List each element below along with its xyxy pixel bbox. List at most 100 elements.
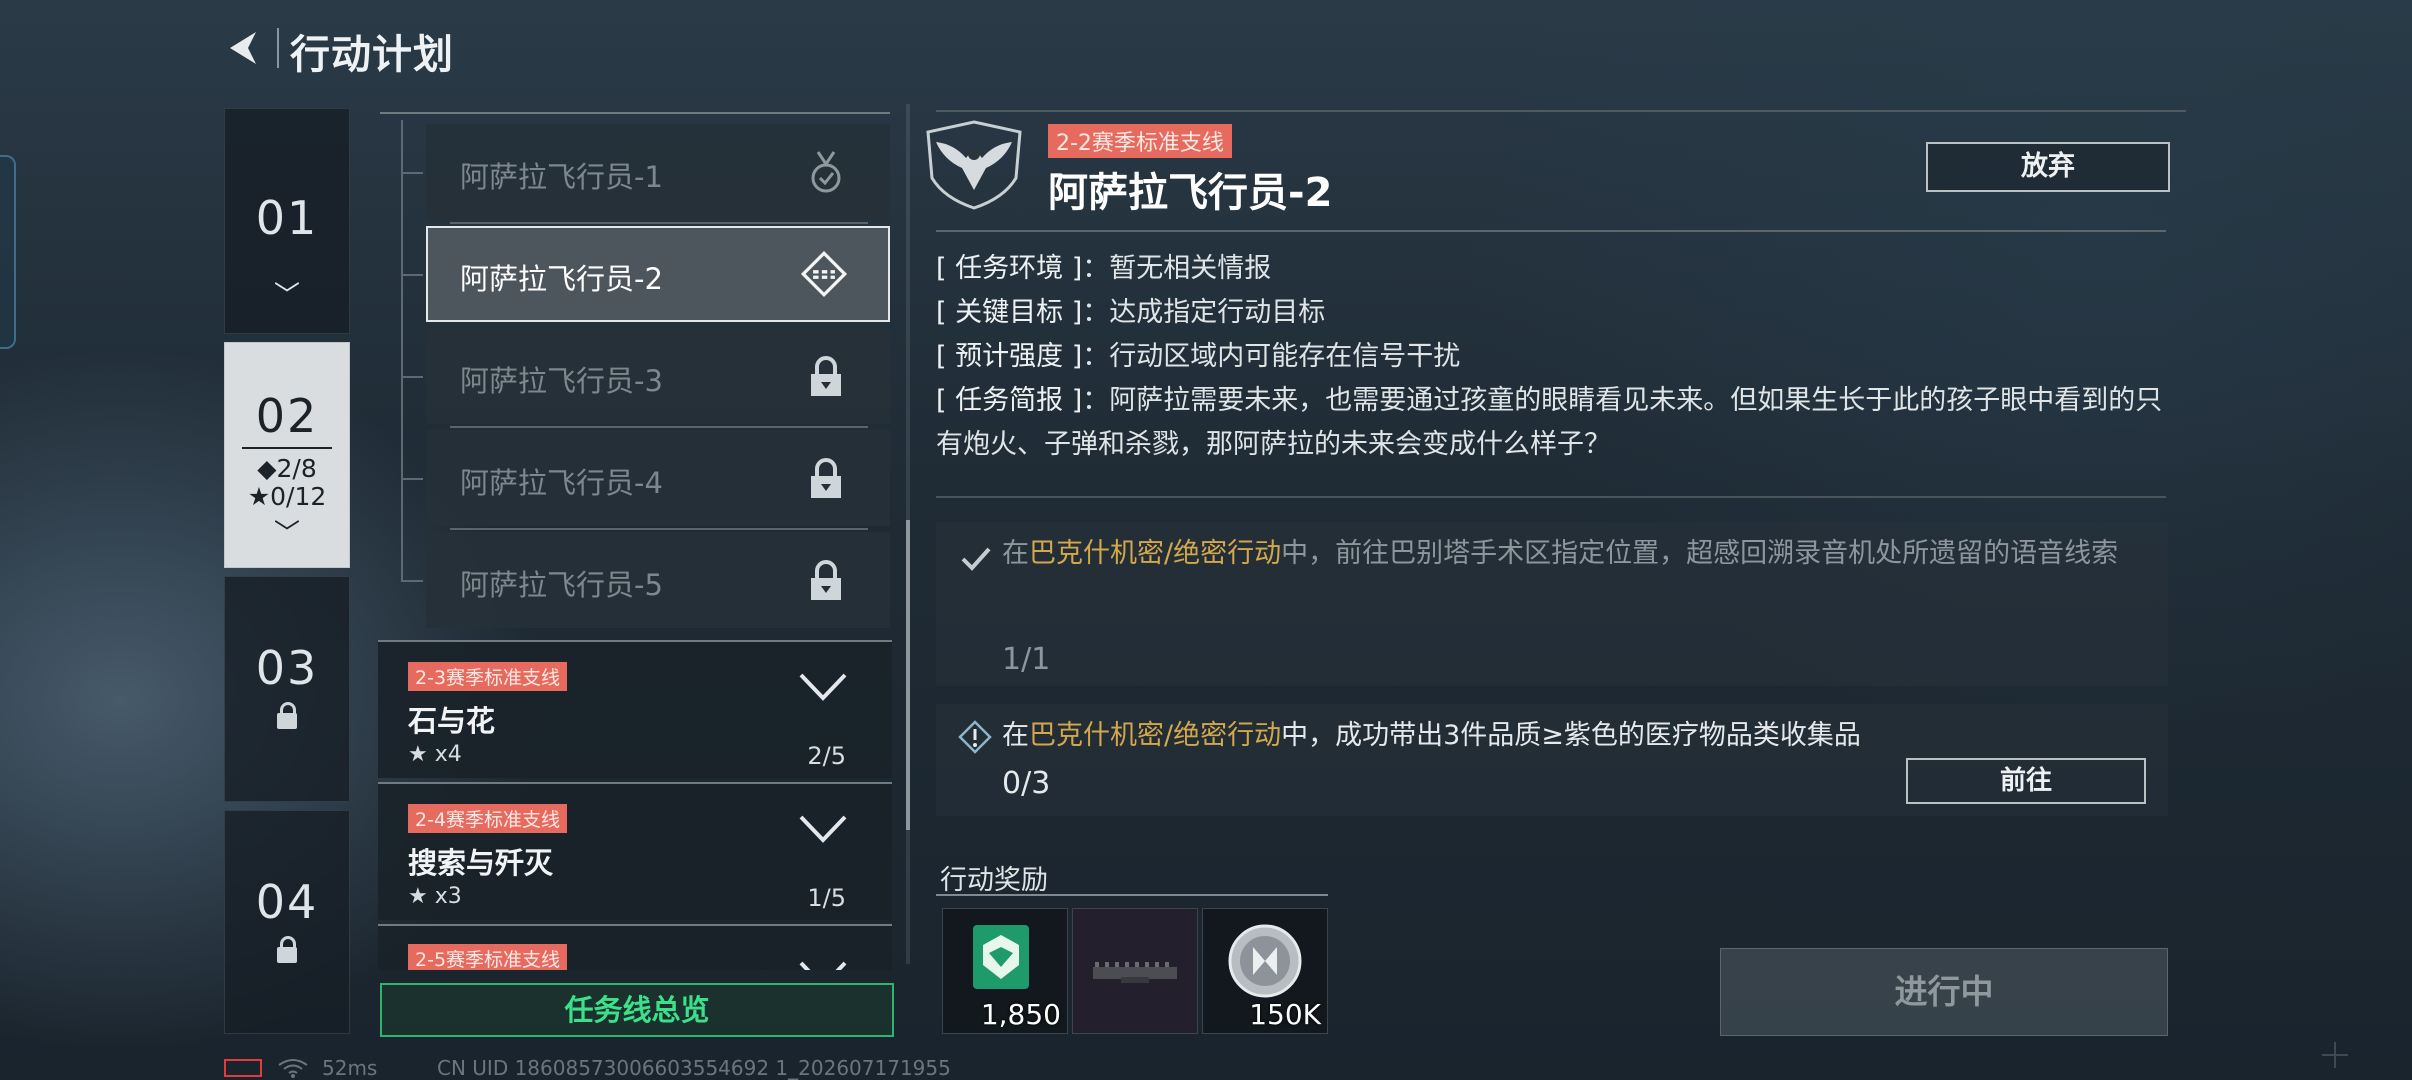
lock-icon [811, 356, 841, 396]
checkmark-icon [961, 547, 991, 571]
lock-icon [811, 458, 841, 498]
reward-slot[interactable] [1072, 908, 1198, 1034]
chapter-number: 03 [255, 641, 319, 695]
back-arrow-icon[interactable] [222, 26, 266, 70]
mission-card[interactable]: 2-3赛季标准支线 石与花 ★ x4 2/5 [378, 640, 892, 778]
objective-item-completed: 在巴克什机密/绝密行动中，前往巴别塔手术区指定位置，超感回溯录音机处所遗留的语音… [936, 522, 2168, 686]
tree-branch [401, 478, 423, 480]
info-briefing: [ 任务简报 ]：阿萨拉需要未来，也需要通过孩童的眼睛看见未来。但如果生长于此的… [936, 385, 2163, 460]
divider [936, 894, 1328, 896]
sub-mission-item[interactable]: 阿萨拉飞行员-4 [426, 430, 890, 526]
objective-count: 1/1 [1002, 642, 1051, 677]
divider [450, 222, 868, 224]
sub-mission-label: 阿萨拉飞行员-4 [460, 466, 663, 500]
in-progress-button: 进行中 [1720, 948, 2168, 1036]
chapter-number: 01 [255, 191, 319, 245]
season-tag: 2-5赛季标准支线 [408, 944, 568, 970]
abandon-button[interactable]: 放弃 [1926, 142, 2170, 192]
mission-card-progress: 2/5 [807, 742, 846, 770]
season-tag: 2-2赛季标准支线 [1048, 124, 1232, 158]
mission-card-title: 搜索与歼灭 [408, 846, 554, 880]
sub-mission-label: 阿萨拉飞行员-2 [460, 262, 663, 296]
in-progress-diamond-icon [800, 250, 848, 298]
eagle-emblem-icon [926, 120, 1022, 210]
season-tag: 2-4赛季标准支线 [408, 804, 568, 833]
crosshair-icon [2322, 1042, 2348, 1068]
tree-branch [401, 172, 423, 174]
info-key: [ 任务简报 ] [936, 385, 1083, 416]
reward-amount: 1,850 [980, 998, 1061, 1031]
goto-button[interactable]: 前往 [1906, 758, 2146, 804]
scrollbar-thumb[interactable] [906, 520, 910, 830]
objective-count: 0/3 [1002, 766, 1051, 801]
sub-mission-label: 阿萨拉飞行员-3 [460, 364, 663, 398]
reward-slot[interactable]: 150K [1202, 908, 1328, 1034]
chevron-down-icon: ﹀ [273, 281, 300, 311]
info-intensity: [ 预计强度 ]：行动区域内可能存在信号干扰 [936, 341, 1461, 372]
chapter-tab-01[interactable]: 01 ﹀ [224, 108, 350, 334]
sub-mission-item[interactable]: 阿萨拉飞行员-3 [426, 328, 890, 424]
medal-check-icon [811, 151, 841, 193]
mission-card[interactable]: 2-4赛季标准支线 搜索与歼灭 ★ x3 1/5 [378, 782, 892, 920]
sub-mission-item-selected[interactable]: 阿萨拉飞行员-2 [426, 226, 890, 322]
user-uid: CN UID 18608573006603554692 1_2026071719… [437, 1056, 951, 1080]
season-tag: 2-3赛季标准支线 [408, 662, 568, 691]
info-value: 行动区域内可能存在信号干扰 [1109, 341, 1461, 372]
weapon-rail-icon [1093, 962, 1177, 983]
tree-branch [401, 274, 423, 276]
page-title: 行动计划 [290, 32, 454, 78]
lock-icon [811, 560, 841, 600]
chevron-down-icon [799, 673, 847, 701]
chapter-tab-04[interactable]: 04 [224, 810, 350, 1034]
info-value: 阿萨拉需要未来，也需要通过孩童的眼睛看见未来。但如果生长于此的孩子眼中看到的只有… [936, 385, 2163, 460]
divider [450, 426, 868, 428]
ping-indicator: 52ms [322, 1056, 378, 1080]
lock-icon [225, 936, 349, 967]
chapter-number: 04 [255, 875, 319, 929]
chevron-down-icon: ﹀ [273, 519, 300, 549]
divider [936, 110, 2186, 112]
objective-item: 在巴克什机密/绝密行动中，成功带出3件品质≥紫色的医疗物品类收集品 0/3 前往 [936, 704, 2168, 816]
info-key: [ 预计强度 ] [936, 341, 1083, 372]
info-value: 达成指定行动目标 [1109, 297, 1326, 328]
objective-text: 在巴克什机密/绝密行动中，前往巴别塔手术区指定位置，超感回溯录音机处所遗留的语音… [1002, 538, 2119, 569]
sub-mission-item[interactable]: 阿萨拉飞行员-1 [426, 124, 890, 220]
silver-coin-icon [1228, 924, 1302, 998]
divider [936, 496, 2166, 498]
tree-branch [401, 376, 423, 378]
tree-branch [401, 580, 423, 582]
sub-mission-label: 阿萨拉飞行员-1 [460, 160, 663, 194]
mission-title: 阿萨拉飞行员-2 [1048, 170, 1333, 216]
info-key-objective: [ 关键目标 ]：达成指定行动目标 [936, 297, 1326, 328]
mission-overview-button[interactable]: 任务线总览 [380, 983, 894, 1037]
mission-card-title: 石与花 [408, 704, 496, 738]
tree-line [401, 120, 403, 580]
chapter-tab-02[interactable]: 02 ◆2/8 ★0/12 ﹀ [224, 342, 350, 568]
mission-card-progress: 1/5 [807, 884, 846, 912]
chapter-divider [242, 447, 332, 449]
battery-charging-icon [224, 1059, 262, 1077]
chevron-down-icon [799, 815, 847, 843]
lock-icon [225, 702, 349, 733]
info-key: [ 任务环境 ] [936, 253, 1083, 284]
reward-amount: 150K [1249, 998, 1321, 1031]
mission-card-stars: ★ x4 [408, 742, 462, 767]
mission-card[interactable]: 2-5赛季标准支线 [378, 924, 892, 970]
divider [450, 528, 868, 530]
side-drawer-tab[interactable] [0, 155, 16, 349]
chapter-number: 02 [255, 389, 319, 443]
list-top-edge [380, 104, 890, 114]
chevron-down-icon [799, 961, 847, 970]
green-emblem-icon [973, 925, 1029, 989]
info-value: 暂无相关情报 [1109, 253, 1272, 284]
wifi-icon [278, 1059, 308, 1078]
rewards-heading: 行动奖励 [940, 865, 1048, 896]
reward-slot[interactable]: 1,850 [942, 908, 1068, 1034]
diamond-alert-icon [958, 720, 992, 754]
chapter-tab-03[interactable]: 03 [224, 576, 350, 802]
divider [936, 230, 2166, 232]
sub-mission-item[interactable]: 阿萨拉飞行员-5 [426, 532, 890, 628]
info-environment: [ 任务环境 ]：暂无相关情报 [936, 253, 1272, 284]
header-divider [277, 28, 279, 68]
objective-text: 在巴克什机密/绝密行动中，成功带出3件品质≥紫色的医疗物品类收集品 [1002, 720, 1861, 751]
